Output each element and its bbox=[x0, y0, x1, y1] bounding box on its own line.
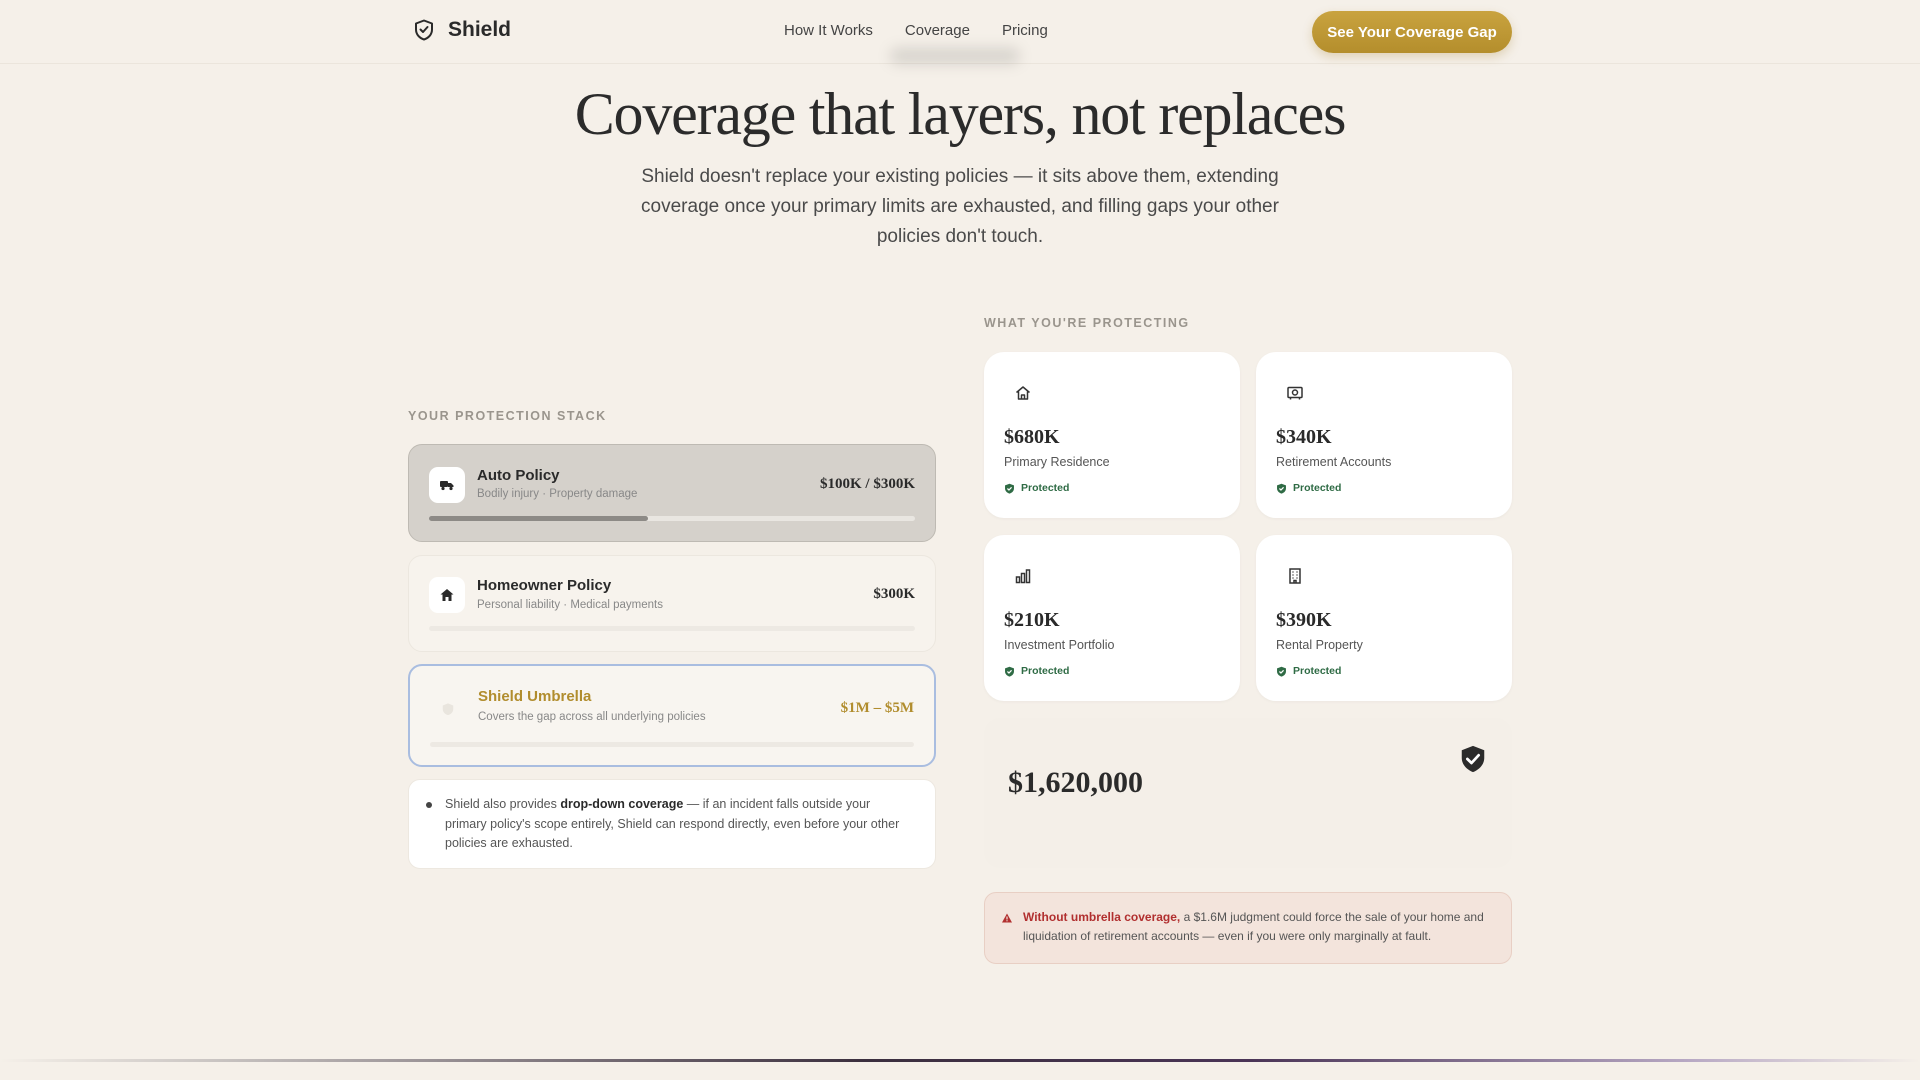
asset-label: Primary Residence bbox=[1004, 455, 1110, 469]
status-badge: Protected bbox=[1276, 482, 1341, 494]
policy-limit: $300K bbox=[873, 586, 915, 602]
asset-value: $680K bbox=[1004, 426, 1060, 448]
note-emphasis: drop-down coverage bbox=[560, 797, 684, 811]
policy-usage-track bbox=[429, 626, 915, 631]
total-protected-panel: $1,620,000 bbox=[984, 718, 1512, 868]
shield-icon bbox=[442, 703, 454, 716]
asset-label: Rental Property bbox=[1276, 638, 1363, 652]
page-subtitle: Shield doesn't replace your existing pol… bbox=[641, 166, 1279, 247]
asset-label: Retirement Accounts bbox=[1276, 455, 1392, 469]
policy-card-auto[interactable]: Auto Policy Bodily injury · Property dam… bbox=[408, 444, 936, 542]
warning-triangle-icon bbox=[1002, 913, 1012, 923]
check-shield-icon bbox=[1277, 483, 1286, 494]
asset-value: $390K bbox=[1276, 609, 1332, 631]
footer-divider bbox=[0, 1059, 1920, 1062]
policy-icon-box bbox=[430, 691, 466, 727]
policy-title: Shield Umbrella bbox=[478, 688, 592, 705]
total-protected-value: $1,620,000 bbox=[1008, 766, 1143, 799]
warning-emphasis: Without umbrella coverage, bbox=[1023, 910, 1181, 924]
policy-card-homeowner[interactable]: Homeowner Policy Personal liability · Me… bbox=[408, 555, 936, 652]
shield-logo-icon bbox=[415, 19, 433, 41]
house-icon bbox=[440, 589, 454, 601]
asset-label: Investment Portfolio bbox=[1004, 638, 1115, 652]
see-coverage-gap-button[interactable]: See Your Coverage Gap bbox=[1312, 11, 1512, 53]
assets-section-label: What You're Protecting bbox=[984, 316, 1190, 330]
status-badge: Protected bbox=[1004, 665, 1069, 677]
status-badge: Protected bbox=[1004, 482, 1069, 494]
bullet-dot bbox=[426, 802, 432, 808]
nav-link-pricing[interactable]: Pricing bbox=[1002, 22, 1048, 39]
policy-subtitle: Personal liability · Medical payments bbox=[477, 599, 663, 611]
warning-callout: Without umbrella coverage, a $1.6M judgm… bbox=[984, 892, 1512, 964]
brand-logo[interactable]: Shield bbox=[412, 18, 511, 42]
asset-value: $340K bbox=[1276, 426, 1332, 448]
note-text: Shield also provides drop-down coverage … bbox=[445, 797, 900, 850]
stack-section-label: Your Protection Stack bbox=[408, 409, 607, 423]
drop-down-coverage-note: Shield also provides drop-down coverage … bbox=[408, 779, 936, 869]
truck-icon bbox=[440, 481, 454, 491]
brand-name: Shield bbox=[448, 18, 512, 41]
nav-links: How It Works Coverage Pricing bbox=[784, 22, 1048, 39]
safe-icon bbox=[1287, 386, 1303, 400]
shield-check-icon bbox=[1461, 745, 1485, 773]
nav-link-how-it-works[interactable]: How It Works bbox=[784, 22, 873, 39]
policy-subtitle: Covers the gap across all underlying pol… bbox=[478, 711, 706, 723]
asset-card-investment-portfolio[interactable]: $210K Investment Portfolio Protected bbox=[984, 535, 1240, 701]
policy-usage-fill bbox=[429, 516, 648, 521]
policy-title: Auto Policy bbox=[477, 467, 560, 484]
bar-chart-icon bbox=[1015, 569, 1031, 584]
policy-title: Homeowner Policy bbox=[477, 577, 612, 594]
warning-text: Without umbrella coverage, a $1.6M judgm… bbox=[1023, 910, 1484, 943]
page-title: Coverage that layers, not replaces bbox=[574, 81, 1347, 147]
policy-usage-track bbox=[430, 742, 914, 747]
building-icon bbox=[1289, 568, 1301, 584]
policy-subtitle: Bodily injury · Property damage bbox=[477, 488, 638, 500]
check-shield-icon bbox=[1277, 666, 1286, 677]
check-shield-icon bbox=[1005, 483, 1014, 494]
nav-underline-shadow bbox=[890, 48, 1020, 64]
policy-card-umbrella[interactable]: Shield Umbrella Covers the gap across al… bbox=[408, 664, 936, 767]
policy-limit: $100K / $300K bbox=[819, 476, 915, 492]
nav-link-coverage[interactable]: Coverage bbox=[905, 22, 970, 39]
asset-value: $210K bbox=[1004, 609, 1060, 631]
policy-usage-track bbox=[429, 516, 915, 521]
policy-icon-box bbox=[429, 577, 465, 613]
home-outline-icon bbox=[1016, 386, 1030, 400]
asset-card-rental-property[interactable]: $390K Rental Property Protected bbox=[1256, 535, 1512, 701]
status-badge: Protected bbox=[1276, 665, 1341, 677]
policy-limit: $1M – $5M bbox=[840, 700, 914, 716]
asset-card-retirement-accounts[interactable]: $340K Retirement Accounts Protected bbox=[1256, 352, 1512, 518]
asset-card-primary-residence[interactable]: $680K Primary Residence Protected bbox=[984, 352, 1240, 518]
check-shield-icon bbox=[1005, 666, 1014, 677]
policy-icon-box bbox=[429, 467, 465, 503]
